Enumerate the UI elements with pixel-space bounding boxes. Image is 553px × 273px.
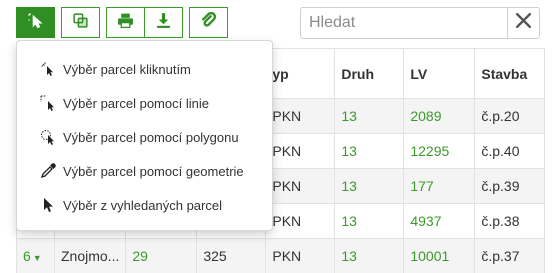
stavba-cell: č.p.37 (474, 238, 546, 273)
menu-item-select-by-line[interactable]: Výběr parcel pomocí linie (17, 86, 272, 120)
table-row[interactable]: 6 ▼ Znojmo... 29 325 PKN 13 10001 č.p.37 (16, 238, 546, 273)
search-input[interactable] (301, 8, 506, 38)
menu-item-select-by-geometry[interactable]: Výběr parcel pomocí geometrie (17, 154, 272, 188)
menu-item-label: Výběr parcel pomocí polygonu (63, 129, 239, 145)
druh-cell[interactable]: 13 (334, 98, 405, 134)
download-button[interactable] (144, 7, 183, 38)
type-cell: PKN (265, 168, 336, 204)
download-icon (155, 12, 172, 34)
attach-button[interactable] (189, 7, 228, 38)
line-cursor-icon (39, 94, 57, 112)
menu-item-select-by-polygon[interactable]: Výběr parcel pomocí polygonu (17, 120, 272, 154)
paperclip-icon (200, 11, 217, 34)
menu-item-label: Výběr parcel pomocí linie (63, 95, 209, 111)
column-header-type[interactable]: yp (265, 48, 336, 99)
menu-item-select-by-click[interactable]: Výběr parcel kliknutím (17, 52, 272, 86)
search-box (300, 7, 540, 39)
menu-item-label: Výběr parcel pomocí geometrie (63, 163, 244, 179)
stavba-cell: č.p.38 (474, 203, 546, 239)
clear-search-button[interactable] (507, 8, 539, 38)
polygon-cursor-icon (39, 128, 57, 146)
type-cell: PKN (265, 98, 336, 134)
column-header-druh[interactable]: Druh (334, 48, 405, 99)
close-icon (515, 12, 532, 34)
toolbar (16, 7, 228, 38)
lv-cell[interactable]: 12295 (403, 133, 476, 169)
menu-item-label: Výběr parcel kliknutím (63, 61, 191, 77)
column-header-lv[interactable]: LV (403, 48, 476, 99)
lv-cell[interactable]: 10001 (403, 238, 476, 273)
eyedropper-icon (39, 162, 57, 180)
stavba-cell: č.p.20 (474, 98, 546, 134)
selection-mode-menu: Výběr parcel kliknutím Výběr parcel pomo… (16, 40, 273, 231)
pointer-select-icon (27, 12, 44, 34)
area-cell: Znojmo... (53, 238, 127, 273)
druh-cell[interactable]: 13 (334, 203, 405, 239)
druh-cell[interactable]: 13 (334, 168, 405, 204)
type-cell: PKN (265, 133, 336, 169)
stavba-cell: č.p.40 (474, 133, 546, 169)
click-cursor-icon (39, 60, 57, 78)
type-cell: PKN (265, 238, 336, 273)
print-button[interactable] (106, 7, 145, 38)
lv-cell[interactable]: 2089 (403, 98, 476, 134)
print-download-group (106, 7, 183, 38)
printer-icon (117, 12, 134, 34)
stavba-cell: č.p.39 (474, 168, 546, 204)
layers-copy-icon (72, 12, 89, 34)
row-number-cell[interactable]: 6 ▼ (16, 238, 55, 273)
menu-item-select-from-search[interactable]: Výběr z vyhledaných parcel (17, 188, 272, 222)
parcel-cell[interactable]: 29 (125, 238, 198, 273)
arrow-cursor-icon (39, 196, 57, 214)
size-cell: 325 (196, 238, 267, 273)
lv-cell[interactable]: 177 (403, 168, 476, 204)
caret-down-icon[interactable]: ▼ (33, 253, 42, 263)
druh-cell[interactable]: 13 (334, 133, 405, 169)
layers-copy-button[interactable] (61, 7, 100, 38)
column-header-stavba[interactable]: Stavba (474, 48, 546, 99)
type-cell: PKN (265, 203, 336, 239)
select-tool-button[interactable] (16, 7, 55, 38)
menu-item-label: Výběr z vyhledaných parcel (63, 197, 222, 213)
druh-cell[interactable]: 13 (334, 238, 405, 273)
lv-cell[interactable]: 4937 (403, 203, 476, 239)
